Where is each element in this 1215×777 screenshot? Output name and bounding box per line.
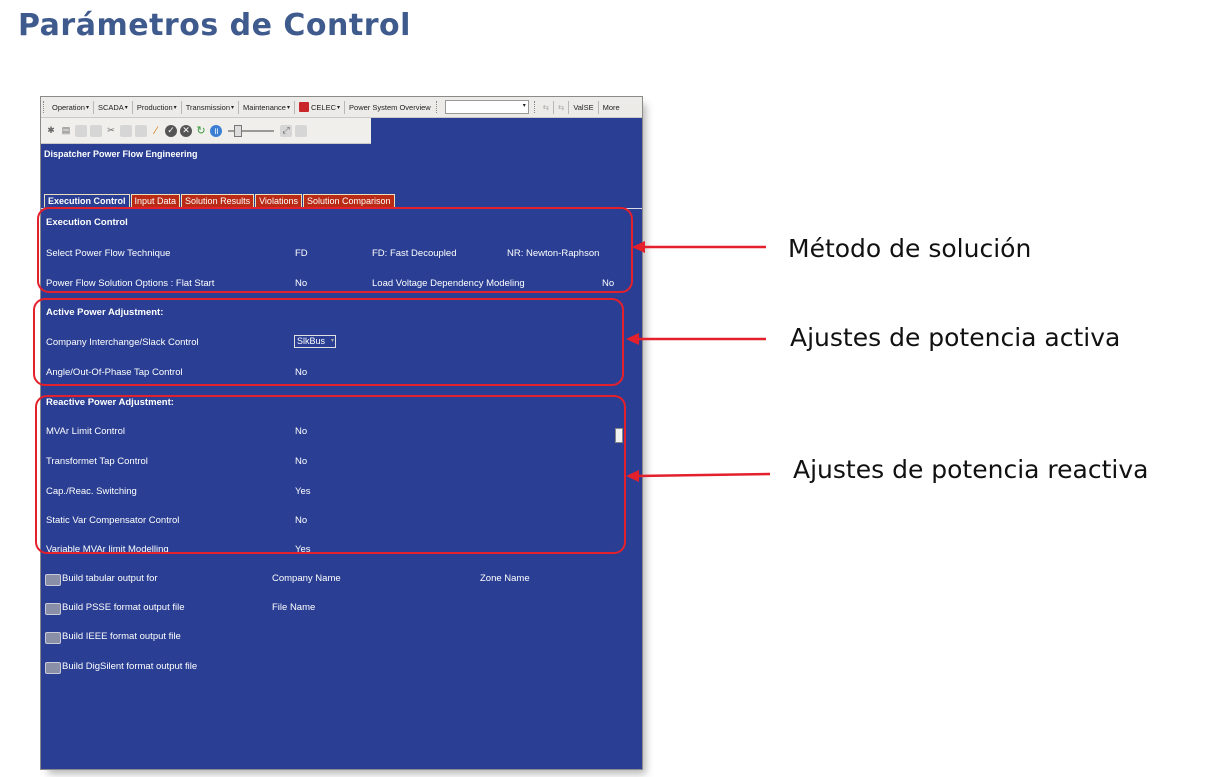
reactive-arrowhead (626, 470, 639, 482)
reactive-arrow (635, 472, 771, 478)
callout-arrows (626, 241, 771, 482)
callout-reactive: Ajustes de potencia reactiva (793, 455, 1149, 484)
active-arrowhead (626, 333, 639, 345)
callout-active: Ajustes de potencia activa (790, 323, 1121, 352)
method-arrowhead (632, 241, 645, 253)
callout-method: Método de solución (788, 234, 1032, 263)
